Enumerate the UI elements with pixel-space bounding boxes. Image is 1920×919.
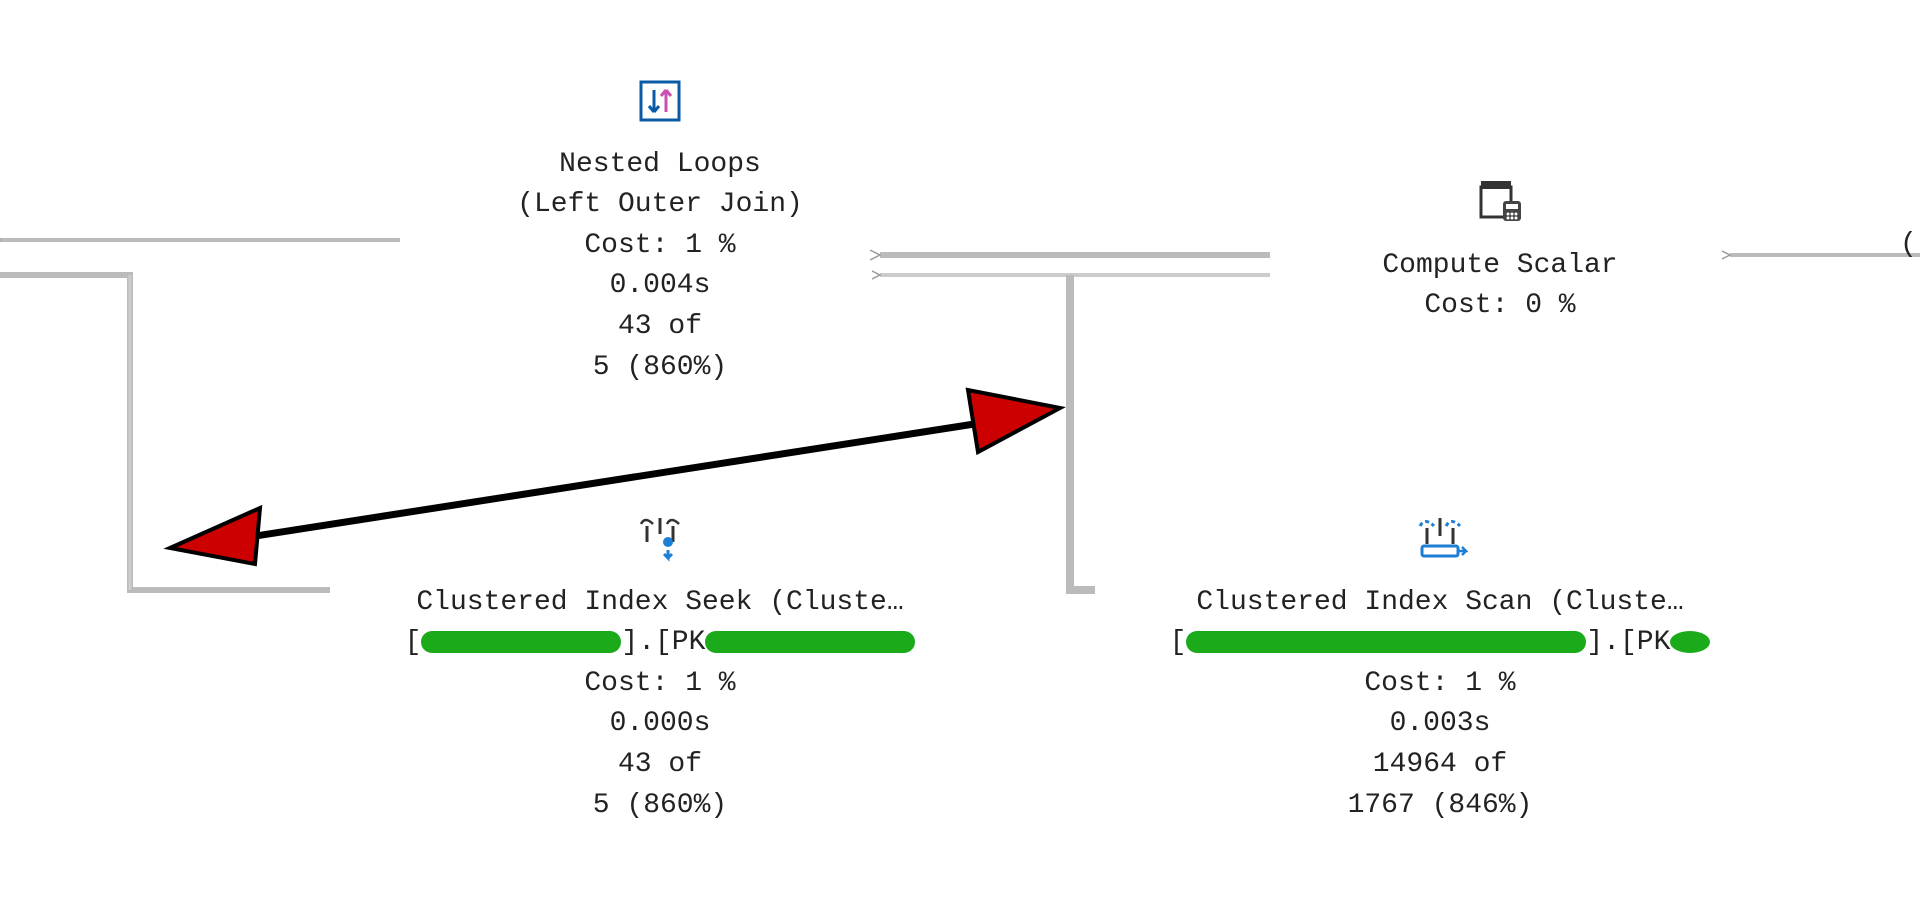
node-object: [].[PK [340, 623, 980, 664]
node-title: Compute Scalar [1280, 246, 1720, 287]
node-time: 0.004s [430, 266, 890, 307]
node-rows-of: 14964 of [1100, 745, 1780, 786]
node-time: 0.003s [1100, 704, 1780, 745]
index-seek-icon [633, 512, 687, 577]
nested-loops-node[interactable]: Nested Loops (Left Outer Join) Cost: 1 %… [430, 78, 890, 388]
redacted-text [1186, 631, 1586, 653]
node-rows-pct: 5 (860%) [430, 348, 890, 389]
index-scan-node[interactable]: Clustered Index Scan (Cluste… [].[PK Cos… [1100, 512, 1780, 826]
truncated-text: ( [1900, 225, 1917, 266]
node-cost: Cost: 0 % [1280, 286, 1720, 327]
node-title: Nested Loops [430, 145, 890, 186]
node-rows-of: 43 of [340, 745, 980, 786]
index-seek-node[interactable]: Clustered Index Seek (Cluste… [].[PK Cos… [340, 512, 980, 826]
node-rows-of: 43 of [430, 307, 890, 348]
compute-scalar-icon [1475, 175, 1525, 240]
redacted-text [1670, 631, 1710, 653]
node-rows-pct: 5 (860%) [340, 786, 980, 827]
node-title: Clustered Index Seek (Cluste… [340, 583, 980, 624]
nested-loops-icon [637, 78, 683, 139]
redacted-text [421, 631, 621, 653]
index-scan-icon [1412, 512, 1468, 577]
node-title: Clustered Index Scan (Cluste… [1100, 583, 1780, 624]
node-object: [].[PK [1100, 623, 1780, 664]
node-time: 0.000s [340, 704, 980, 745]
node-cost: Cost: 1 % [1100, 664, 1780, 705]
node-cost: Cost: 1 % [430, 226, 890, 267]
compute-scalar-node[interactable]: Compute Scalar Cost: 0 % [1280, 175, 1720, 327]
node-subtitle: (Left Outer Join) [430, 185, 890, 226]
node-rows-pct: 1767 (846%) [1100, 786, 1780, 827]
node-cost: Cost: 1 % [340, 664, 980, 705]
redacted-text [705, 631, 915, 653]
